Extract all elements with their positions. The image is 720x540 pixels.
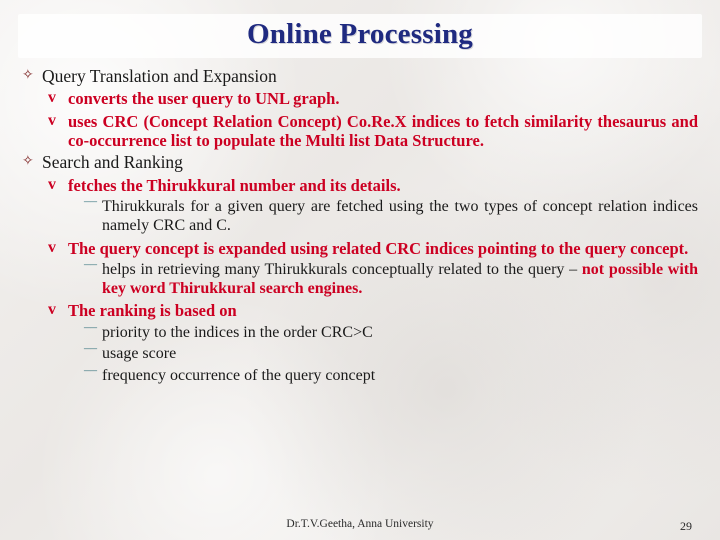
bullet-text: helps in retrieving many Thirukkurals co… (102, 260, 582, 278)
check-bullet-icon: v (48, 301, 56, 319)
bullet-line-ranking-based: v The ranking is based on (48, 301, 698, 320)
bar-bullet-icon: ¯¯ (84, 261, 97, 277)
bullet-line-crc-indices: v uses CRC (Concept Relation Concept) Co… (48, 112, 698, 151)
slide-body: ✧ Query Translation and Expansion v conv… (22, 64, 698, 386)
bar-bullet-icon: ¯¯ (84, 346, 97, 362)
bar-bullet-icon: ¯¯ (84, 199, 97, 215)
bullet-text: fetches the Thirukkural number and its d… (68, 175, 401, 195)
bullet-text: Search and Ranking (42, 152, 183, 173)
bullet-text: priority to the indices in the order CRC… (102, 323, 373, 341)
bullet-line-converts: v converts the user query to UNL graph. (48, 89, 698, 108)
slide: Online Processing ✧ Query Translation an… (0, 0, 720, 540)
page-number: 29 (680, 519, 692, 533)
bullet-text: The ranking is based on (68, 301, 237, 321)
bullet-line-thirukkurals-fetched: ¯¯ Thirukkurals for a given query are fe… (84, 198, 698, 235)
bullet-text: The query concept is expanded using rela… (68, 238, 689, 258)
page-title: Online Processing (246, 18, 473, 50)
bullet-line-usage-score: ¯¯ usage score (84, 345, 698, 364)
footer-attribution: Dr.T.V.Geetha, Anna University (286, 518, 434, 530)
bullet-text-group: helps in retrieving many Thirukkurals co… (102, 261, 698, 298)
check-bullet-icon: v (48, 89, 56, 107)
diamond-bullet-icon: ✧ (22, 154, 34, 170)
bullet-line-fetches: v fetches the Thirukkural number and its… (48, 176, 698, 195)
check-bullet-icon: v (48, 111, 56, 129)
bullet-text: usage score (102, 345, 177, 363)
bullet-text: frequency occurrence of the query concep… (102, 367, 376, 385)
bar-bullet-icon: ¯¯ (84, 368, 97, 384)
check-bullet-icon: v (48, 238, 56, 256)
bar-bullet-icon: ¯¯ (84, 324, 97, 340)
bullet-line-frequency: ¯¯ frequency occurrence of the query con… (84, 367, 698, 386)
bullet-text: converts the user query to UNL graph. (68, 89, 340, 109)
bullet-line-query-expanded: v The query concept is expanded using re… (48, 239, 698, 258)
bullet-line-search-ranking: ✧ Search and Ranking (22, 152, 698, 172)
bullet-line-helps-retrieving: ¯¯ helps in retrieving many Thirukkurals… (84, 261, 698, 298)
bullet-text: Query Translation and Expansion (42, 66, 277, 86)
bullet-text: uses CRC (Concept Relation Concept) Co.R… (68, 111, 698, 151)
bullet-line-query-translation: ✧ Query Translation and Expansion (22, 66, 698, 86)
diamond-bullet-icon: ✧ (22, 68, 34, 83)
check-bullet-icon: v (48, 175, 56, 193)
bullet-text: Thirukkurals for a given query are fetch… (102, 198, 698, 234)
bullet-line-priority: ¯¯ priority to the indices in the order … (84, 324, 698, 343)
